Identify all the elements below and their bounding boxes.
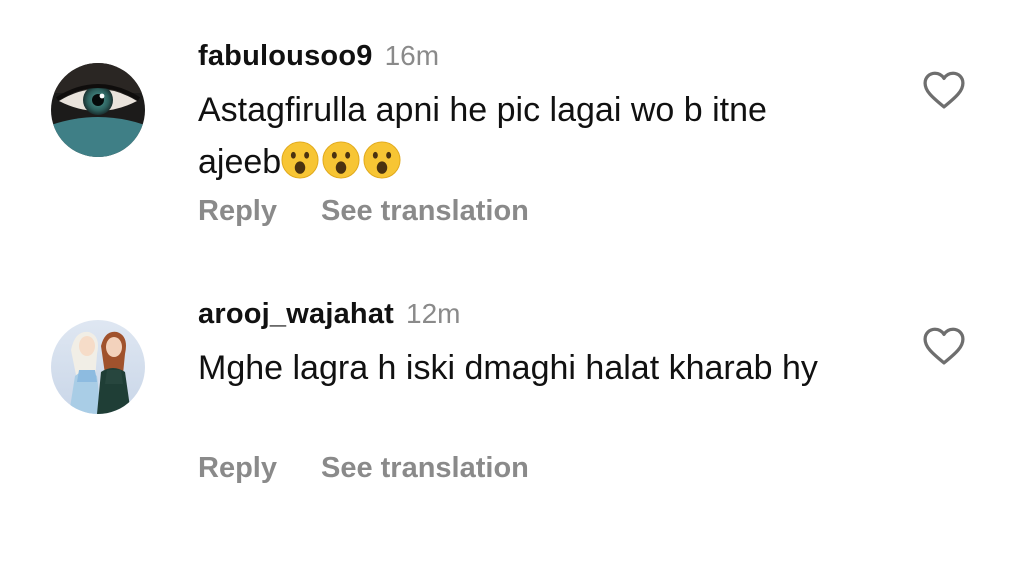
two-princesses-avatar-icon: [51, 320, 145, 414]
like-button[interactable]: [922, 326, 966, 366]
hushed-face-emoji-icon: [281, 141, 319, 179]
comment-text: Astagfirulla apni he pic lagai wo b itne…: [198, 84, 838, 188]
comment-text: Mghe lagra h iski dmaghi halat kharab hy: [198, 342, 838, 394]
comment-actions: Reply See translation: [198, 452, 529, 485]
hushed-face-emoji-icon: [363, 141, 401, 179]
comment-header: arooj_wajahat 12m: [198, 298, 460, 331]
username[interactable]: arooj_wajahat: [198, 298, 394, 331]
timestamp: 12m: [406, 298, 461, 329]
comment-body: Mghe lagra h iski dmaghi halat kharab hy: [198, 349, 818, 387]
username[interactable]: fabulousoo9: [198, 40, 373, 73]
like-button[interactable]: [922, 70, 966, 110]
eye-avatar-icon: [51, 63, 145, 157]
see-translation-button[interactable]: See translation: [321, 195, 529, 228]
emoji-group: [281, 141, 404, 181]
comment-actions: Reply See translation: [198, 195, 529, 228]
avatar[interactable]: [51, 63, 145, 157]
reply-button[interactable]: Reply: [198, 452, 277, 485]
comment-header: fabulousoo9 16m: [198, 40, 439, 73]
reply-button[interactable]: Reply: [198, 195, 277, 228]
heart-outline-icon: [923, 71, 965, 109]
heart-outline-icon: [923, 327, 965, 365]
see-translation-button[interactable]: See translation: [321, 452, 529, 485]
hushed-face-emoji-icon: [322, 141, 360, 179]
timestamp: 16m: [384, 40, 440, 71]
avatar[interactable]: [51, 320, 145, 414]
